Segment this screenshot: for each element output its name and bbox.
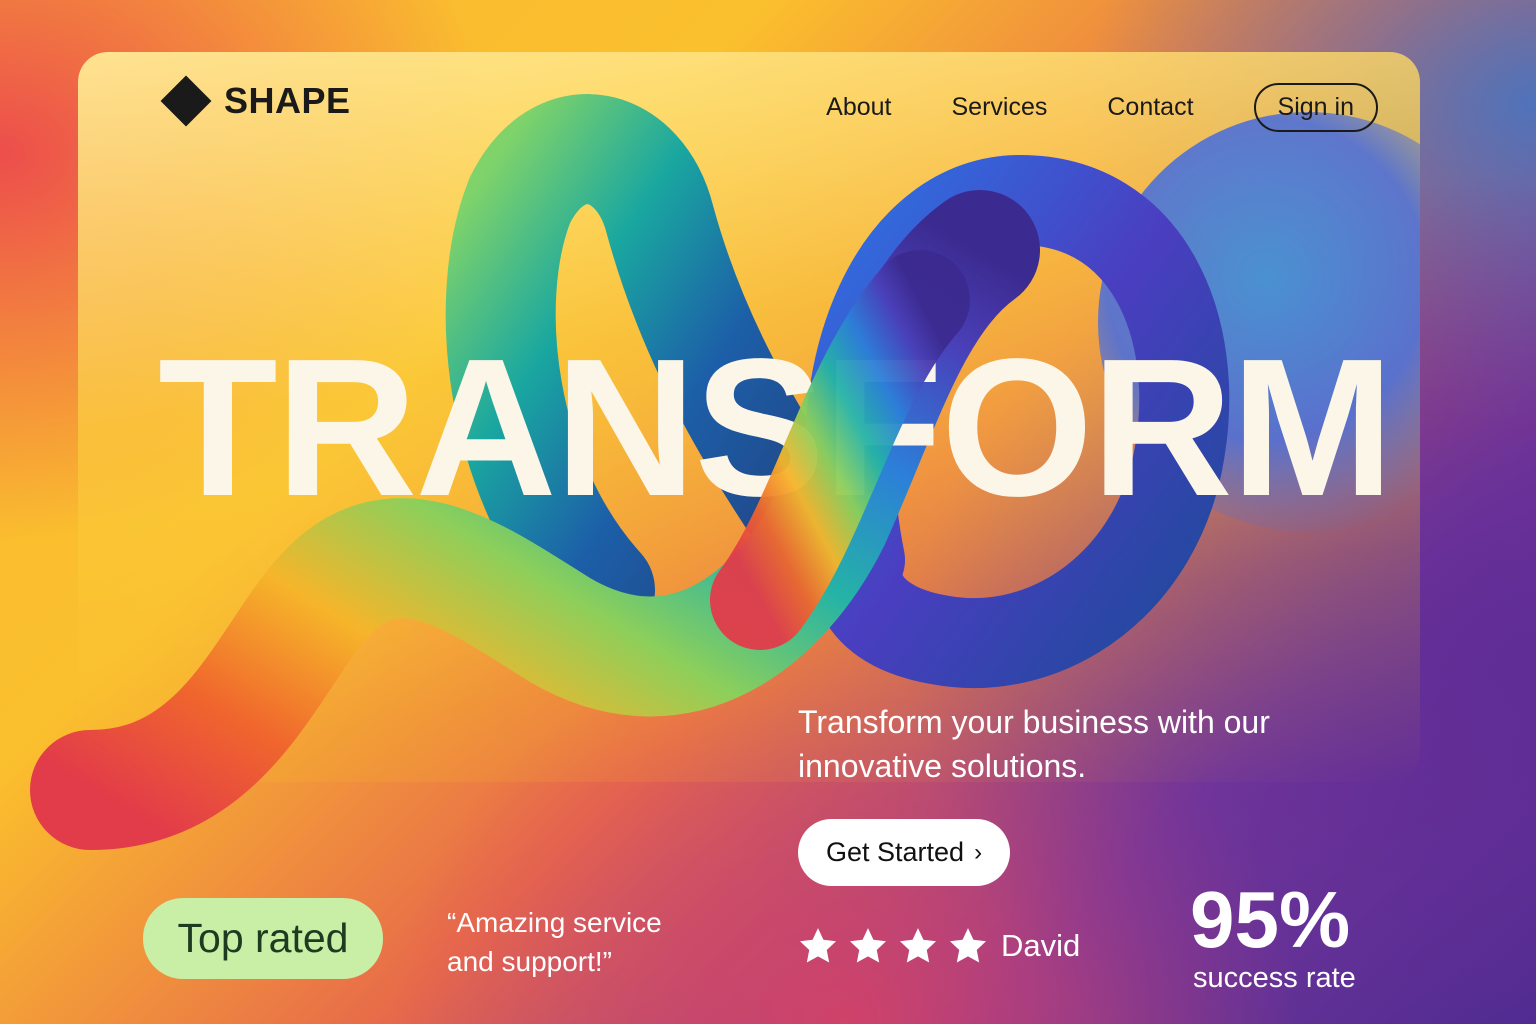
diamond-icon: [160, 75, 212, 127]
success-rate-label: success rate: [1193, 962, 1356, 994]
reviewer-name: David: [1001, 928, 1081, 963]
top-nav: SHAPE About Services Contact Sign in: [78, 52, 1420, 162]
brand-name: SHAPE: [224, 80, 351, 121]
star-icon: [949, 928, 987, 963]
chevron-right-icon: ›: [974, 838, 983, 866]
sign-in-button[interactable]: Sign in: [1253, 83, 1378, 132]
testimonial-quote: “Amazing service and support!”: [447, 907, 662, 977]
nav-link-contact[interactable]: Contact: [1107, 93, 1193, 122]
hero-title: TRANSFORM: [158, 318, 1394, 537]
star-icon: [849, 928, 887, 963]
top-rated-badge: Top rated: [143, 898, 383, 979]
brand-logo[interactable]: SHAPE: [160, 75, 351, 127]
nav-link-about[interactable]: About: [826, 93, 891, 122]
star-icon: [799, 928, 837, 963]
nav-links: About Services Contact Sign in: [826, 83, 1378, 132]
star-icon: [899, 928, 937, 963]
get-started-button[interactable]: Get Started ›: [798, 819, 1011, 886]
success-rate-value: 95%: [1190, 875, 1351, 964]
star-rating: David: [797, 925, 1080, 967]
nav-link-services[interactable]: Services: [952, 93, 1048, 122]
hero-tagline: Transform your business with our innovat…: [798, 704, 1270, 784]
top-rated-label: Top rated: [177, 915, 349, 961]
get-started-label: Get Started: [826, 837, 965, 867]
